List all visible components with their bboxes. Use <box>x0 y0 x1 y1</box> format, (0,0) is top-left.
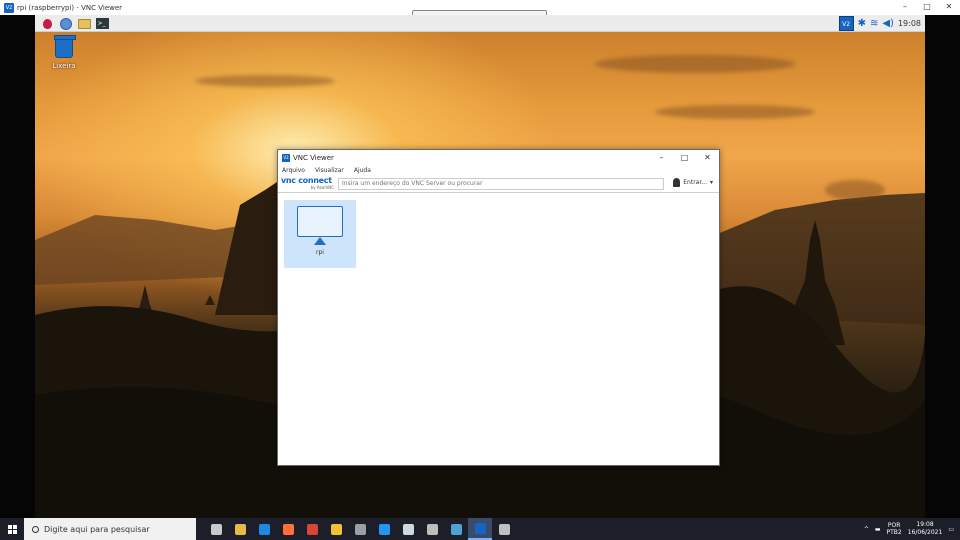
taskbar-app-vscode[interactable] <box>372 518 396 540</box>
chevron-down-icon: ▾ <box>709 179 713 186</box>
panel-clock[interactable]: 19:08 <box>898 19 921 28</box>
computer-name: rpi <box>316 249 324 256</box>
taskbar-app-files[interactable] <box>324 518 348 540</box>
files-icon <box>330 523 342 535</box>
show-hidden-icons-button[interactable]: ^ <box>864 526 869 533</box>
menu-ajuda[interactable]: Ajuda <box>354 167 371 174</box>
network-icon[interactable]: ▬ <box>875 526 881 533</box>
chrome-icon <box>306 523 318 535</box>
firefox-icon <box>282 523 294 535</box>
edge-icon <box>258 523 270 535</box>
raspberry-pi-panel: >_ V2 ✱ ≋ ◀) 19:08 <box>35 15 925 32</box>
task-view-icon <box>210 523 222 535</box>
server-address-input[interactable] <box>338 177 664 190</box>
taskbar-pinned-apps <box>204 518 516 540</box>
monitor-icon <box>297 206 343 237</box>
menu-bar: Arquivo Visualizar Ajuda <box>278 165 719 175</box>
computer-tile-rpi[interactable]: rpi <box>284 200 356 268</box>
address-book-area[interactable]: rpi <box>278 193 719 465</box>
file-manager-icon[interactable] <box>77 17 91 30</box>
app2-icon <box>450 523 462 535</box>
taskbar-app-app3[interactable] <box>492 518 516 540</box>
letterbox-right <box>925 15 960 518</box>
vnc-viewer-titlebar[interactable]: V2 VNC Viewer – □ ✕ <box>278 150 719 165</box>
taskbar-app-settings[interactable] <box>420 518 444 540</box>
terminal-icon[interactable]: >_ <box>95 17 109 30</box>
outer-maximize-button[interactable]: □ <box>916 0 938 15</box>
taskbar-search-placeholder: Digite aqui para pesquisar <box>44 524 150 534</box>
vnc-connect-logo: vnc connect by RealVNC <box>281 175 334 190</box>
letterbox-left <box>0 15 35 518</box>
trash-label: Lixeira <box>52 62 76 70</box>
vnc-viewer-icon: V2 <box>4 2 14 13</box>
vnc-viewer-app-icon: V2 <box>282 153 290 162</box>
outer-minimize-button[interactable]: – <box>894 0 916 15</box>
vnc-toolbar: vnc connect by RealVNC Entrar... ▾ <box>278 175 719 193</box>
trash-desktop-icon[interactable]: Lixeira <box>50 35 78 70</box>
windows-taskbar: Digite aqui para pesquisar ^ ▬ POR PTB2 … <box>0 518 960 540</box>
menu-visualizar[interactable]: Visualizar <box>315 167 344 174</box>
monitor-stand <box>314 237 326 245</box>
taskbar-app-firefox[interactable] <box>276 518 300 540</box>
explorer-icon <box>234 523 246 535</box>
settings-icon <box>426 523 438 535</box>
taskbar-app-chrome[interactable] <box>300 518 324 540</box>
taskbar-app-vnc-viewer[interactable] <box>468 518 492 540</box>
taskbar-app-app[interactable] <box>348 518 372 540</box>
wifi-icon[interactable]: ≋ <box>870 18 878 29</box>
vnc-viewer-window: V2 VNC Viewer – □ ✕ Arquivo Visualizar A… <box>277 149 720 466</box>
sign-in-button[interactable]: Entrar... ▾ <box>673 178 713 187</box>
outer-window-title: rpi (raspberrypi) - VNC Viewer <box>17 3 123 12</box>
system-tray: ^ ▬ POR PTB2 19:08 16/06/2021 ▭ <box>864 518 960 540</box>
maximize-button[interactable]: □ <box>673 150 696 165</box>
close-button[interactable]: ✕ <box>696 150 719 165</box>
sign-in-label: Entrar... <box>683 179 707 186</box>
calculator-icon <box>402 523 414 535</box>
bluetooth-icon[interactable]: ✱ <box>858 18 866 29</box>
taskbar-app-explorer[interactable] <box>228 518 252 540</box>
taskbar-app-task-view[interactable] <box>204 518 228 540</box>
raspberry-pi-menu-icon[interactable] <box>41 17 53 30</box>
taskbar-app-calculator[interactable] <box>396 518 420 540</box>
menu-arquivo[interactable]: Arquivo <box>282 167 305 174</box>
app-icon <box>354 523 366 535</box>
taskbar-search-box[interactable]: Digite aqui para pesquisar <box>24 518 196 540</box>
outer-close-button[interactable]: ✕ <box>938 0 960 15</box>
volume-icon[interactable]: ◀) <box>882 18 894 29</box>
trash-icon <box>54 35 76 58</box>
minimize-button[interactable]: – <box>650 150 673 165</box>
windows-logo-icon <box>7 524 17 534</box>
taskbar-app-edge[interactable] <box>252 518 276 540</box>
vnc-viewer-title: VNC Viewer <box>293 153 334 162</box>
language-indicator[interactable]: POR PTB2 <box>887 522 902 536</box>
vnc-viewer-icon <box>474 522 486 534</box>
web-browser-icon[interactable] <box>59 17 73 30</box>
outer-window-titlebar[interactable]: V2 rpi (raspberrypi) - VNC Viewer – □ ✕ <box>0 0 960 15</box>
notification-center-icon[interactable]: ▭ <box>948 526 954 533</box>
vscode-icon <box>378 523 390 535</box>
start-button[interactable] <box>0 518 24 540</box>
user-icon <box>673 178 681 187</box>
search-icon <box>32 525 39 533</box>
app3-icon <box>498 523 510 535</box>
taskbar-app-app2[interactable] <box>444 518 468 540</box>
taskbar-clock[interactable]: 19:08 16/06/2021 <box>908 521 943 537</box>
vnc-server-tray-icon[interactable]: V2 <box>838 16 854 31</box>
